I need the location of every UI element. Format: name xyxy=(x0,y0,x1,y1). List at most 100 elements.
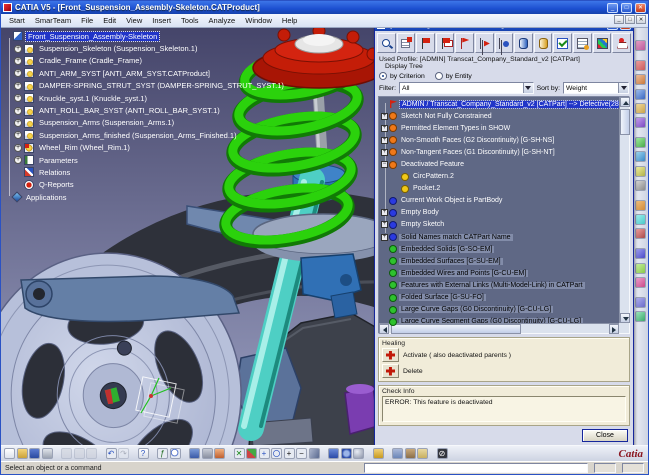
camera-icon[interactable] xyxy=(202,448,213,459)
shaded-window-icon[interactable] xyxy=(341,448,352,459)
right-toolbar-icon[interactable] xyxy=(635,311,646,322)
right-toolbar-icon[interactable] xyxy=(635,74,646,85)
vertical-scrollbar[interactable] xyxy=(619,97,629,323)
tree-item[interactable]: Parameters xyxy=(3,154,375,166)
menu-item[interactable]: SmarTeam xyxy=(31,15,75,26)
scroll-down-icon[interactable] xyxy=(620,313,630,323)
redo-icon[interactable]: ↷ xyxy=(118,448,129,459)
right-toolbar-icon[interactable] xyxy=(635,117,646,128)
delete-button[interactable] xyxy=(382,364,399,378)
expander-icon[interactable] xyxy=(381,209,388,216)
right-toolbar-icon[interactable] xyxy=(635,166,646,177)
speaker-icon[interactable] xyxy=(405,448,416,459)
result-row[interactable]: Sketch Not Fully Constrained xyxy=(379,110,629,122)
right-toolbar-icon[interactable] xyxy=(635,277,646,288)
dialog-close-icon[interactable]: ✕ xyxy=(620,28,631,30)
sphere-icon[interactable] xyxy=(353,448,364,459)
3d-viewport[interactable]: Front_Suspension_Assembly-Skeleton Suspe… xyxy=(1,28,648,445)
result-row[interactable]: Pocket.2 xyxy=(379,183,629,195)
scroll-thumb[interactable] xyxy=(620,109,630,135)
tree-item[interactable]: Applications xyxy=(3,191,375,203)
right-toolbar-icon[interactable] xyxy=(635,200,646,211)
sort-dropdown[interactable]: Weight xyxy=(563,82,629,94)
search-document-icon[interactable] xyxy=(170,448,181,459)
new-document-icon[interactable] xyxy=(4,448,15,459)
expander-icon[interactable] xyxy=(381,125,388,132)
qchecker-toolbar-button[interactable] xyxy=(436,33,455,53)
tree-item[interactable]: Q-Reports xyxy=(3,179,375,191)
qchecker-toolbar-button[interactable] xyxy=(455,33,474,53)
lower-control-arm[interactable] xyxy=(21,276,239,322)
pan-icon[interactable]: + xyxy=(259,448,270,459)
tree-expander-icon[interactable] xyxy=(14,94,22,102)
close-button[interactable]: ✕ xyxy=(635,3,646,13)
scroll-left-icon[interactable] xyxy=(379,324,389,334)
tree-expander-icon[interactable] xyxy=(14,131,22,139)
result-row[interactable]: Solid Names match CATPart Name xyxy=(379,231,629,243)
qchecker-toolbar-button[interactable] xyxy=(377,33,396,53)
tree-expander-icon[interactable] xyxy=(14,69,22,77)
status-box[interactable] xyxy=(622,463,644,473)
radio-by-criterion[interactable]: by Criterion xyxy=(379,72,425,80)
mdi-minimize-button[interactable]: _ xyxy=(614,15,624,24)
help-button[interactable]: ? xyxy=(607,28,618,30)
tree-item[interactable]: Suspension_Skeleton (Suspension_Skeleton… xyxy=(3,42,375,54)
result-row[interactable]: Empty Sketch xyxy=(379,219,629,231)
qchecker-toolbar-button[interactable] xyxy=(514,33,533,53)
expander-icon[interactable] xyxy=(381,161,388,168)
right-toolbar-icon[interactable] xyxy=(635,228,646,239)
save-icon[interactable] xyxy=(29,448,40,459)
status-box[interactable] xyxy=(594,463,616,473)
undo-icon[interactable]: ↶ xyxy=(106,448,117,459)
qchecker-toolbar-button[interactable] xyxy=(416,33,435,53)
right-toolbar-icon[interactable] xyxy=(635,214,646,225)
expander-icon[interactable] xyxy=(381,113,388,120)
right-toolbar-icon[interactable] xyxy=(635,151,646,162)
right-toolbar-icon[interactable] xyxy=(635,89,646,100)
minimize-button[interactable]: _ xyxy=(607,3,618,13)
expander-icon[interactable] xyxy=(381,234,388,241)
filter-dropdown[interactable]: All xyxy=(399,82,534,94)
result-row[interactable]: Empty Body xyxy=(379,207,629,219)
result-row[interactable]: Current Work Object is PartBody xyxy=(379,195,629,207)
qchecker-toolbar-button[interactable] xyxy=(495,33,514,53)
data-grid-icon[interactable] xyxy=(189,448,200,459)
result-row[interactable]: Embedded Solids [G-SO-EM] xyxy=(379,243,629,255)
expander-icon[interactable] xyxy=(381,221,388,228)
result-row[interactable]: Embedded Surfaces [G-SU-EM] xyxy=(379,255,629,267)
right-toolbar-icon[interactable] xyxy=(635,40,646,51)
tree-item[interactable]: ANTI_ROLL_BAR_SYST (ANTI_ROLL_BAR_SYST.1… xyxy=(3,104,375,116)
tree-item[interactable]: Front_Suspension_Assembly-Skeleton xyxy=(3,30,375,42)
multi-window-icon[interactable] xyxy=(328,448,339,459)
tree-item[interactable]: Suspension_Arms (Suspension_Arms.1) xyxy=(3,117,375,129)
scroll-right-icon[interactable] xyxy=(609,324,619,334)
tree-item[interactable]: Suspension_Arms_finished (Suspension_Arm… xyxy=(3,129,375,141)
tree-expander-icon[interactable] xyxy=(14,107,22,115)
menu-item[interactable]: Tools xyxy=(177,15,203,26)
tree-item[interactable]: Relations xyxy=(3,166,375,178)
command-input[interactable] xyxy=(364,463,588,473)
zoom-in-icon[interactable]: + xyxy=(284,448,295,459)
qchecker-toolbar-button[interactable] xyxy=(553,33,572,53)
formula-icon[interactable]: ƒ xyxy=(157,448,168,459)
result-row[interactable]: Features with External Links (Multi-Mode… xyxy=(379,279,629,291)
lock-icon[interactable] xyxy=(373,448,384,459)
people-icon[interactable] xyxy=(214,448,225,459)
ink-bottle-icon[interactable] xyxy=(417,448,428,459)
result-row[interactable]: Embedded Wires and Points [G-CU-EM] xyxy=(379,267,629,279)
copy-icon[interactable] xyxy=(74,448,85,459)
cut-icon[interactable] xyxy=(61,448,72,459)
scroll-thumb[interactable] xyxy=(391,324,521,334)
result-row[interactable]: Large Curve Gaps (G0 Discontinuity) [G-C… xyxy=(379,304,629,316)
tree-expander-icon[interactable] xyxy=(14,82,22,90)
right-toolbar-icon[interactable] xyxy=(635,137,646,148)
tree-item[interactable]: Wheel_Rim (Wheel_Rim.1) xyxy=(3,142,375,154)
zoom-out-icon[interactable]: − xyxy=(296,448,307,459)
right-toolbar-icon[interactable] xyxy=(635,248,646,259)
qchecker-toolbar-button[interactable] xyxy=(475,33,494,53)
menu-item[interactable]: View xyxy=(122,15,146,26)
scroll-up-icon[interactable] xyxy=(620,97,630,107)
menu-item[interactable]: File xyxy=(77,15,97,26)
result-row[interactable]: Folded Surface [G-SU-FO] xyxy=(379,292,629,304)
qchecker-toolbar-button[interactable] xyxy=(593,33,612,53)
